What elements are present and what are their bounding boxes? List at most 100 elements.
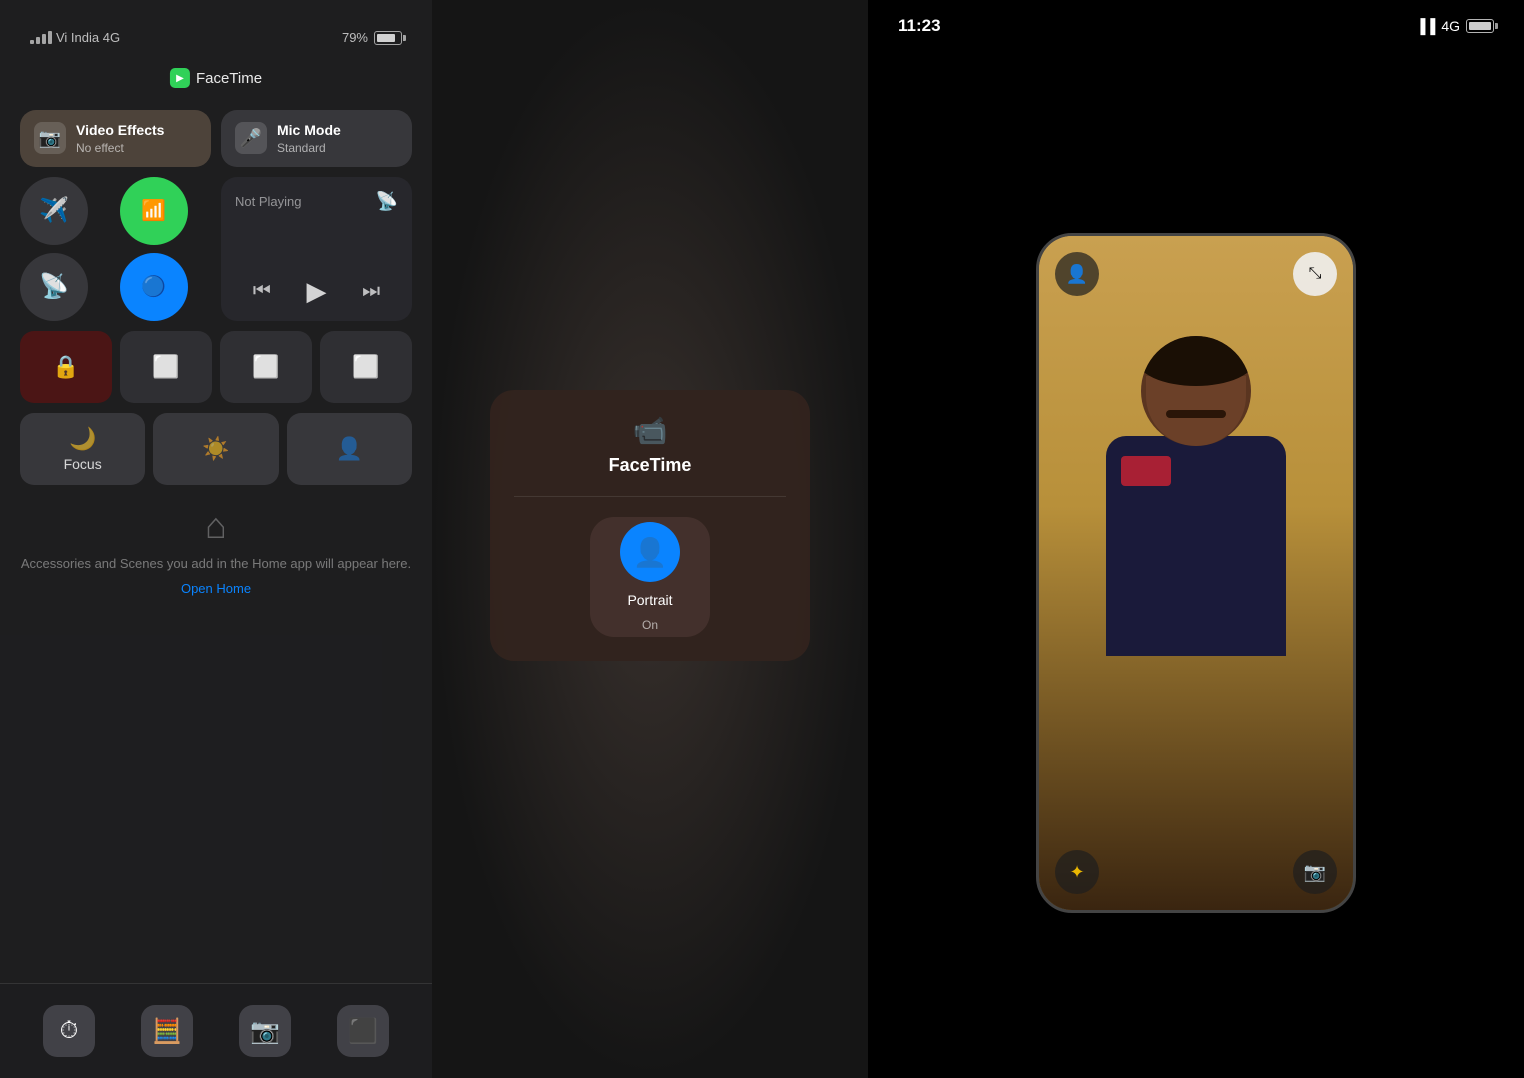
camera-flip-btn[interactable]: 📷 — [1293, 850, 1337, 894]
qr-dock-btn[interactable]: ⬛ — [337, 1005, 389, 1057]
timer-dock-btn[interactable]: ⏱ — [43, 1005, 95, 1057]
network-type: 4G — [1441, 18, 1460, 34]
effects-btn[interactable]: ✦ — [1055, 850, 1099, 894]
cc-content: 📷 Video Effects No effect 🎤 Mic Mode Sta… — [20, 110, 412, 596]
carrier-label: Vi India 4G — [56, 30, 120, 45]
mirror-icon: ⬜ — [152, 354, 179, 380]
mirror-btn[interactable]: ⬜ — [120, 331, 212, 403]
hair — [1141, 336, 1251, 386]
ft-popup-title: FaceTime — [609, 455, 692, 476]
video-effects-text: Video Effects No effect — [76, 122, 164, 155]
focus-label: Focus — [64, 456, 102, 472]
video-call-bg: 👤 ⤡ ✦ 📷 — [1039, 236, 1353, 910]
facetime-call-panel: 11:23 ▐▐ 4G — [868, 0, 1524, 1078]
bluetooth-btn[interactable]: 🔵 — [120, 253, 188, 321]
camera-flip-icon: 📷 — [1304, 862, 1326, 883]
cc-top-row: 📷 Video Effects No effect 🎤 Mic Mode Sta… — [20, 110, 412, 167]
focus-btn[interactable]: 🌙 Focus — [20, 413, 145, 485]
signal-bar-1 — [30, 40, 34, 44]
video-effects-icon: 📷 — [34, 122, 66, 154]
person-body — [1106, 436, 1286, 656]
portrait-circle: 👤 — [620, 522, 680, 582]
time-display: 11:23 — [898, 16, 941, 36]
signal-bar-3 — [42, 34, 46, 44]
cellular-btn[interactable]: 📶 — [120, 177, 188, 245]
network-controls: ✈️ 📶 📡 🔵 — [20, 177, 211, 321]
airplane-mode-btn[interactable]: ✈️ — [20, 177, 88, 245]
ft-popup-header: 📹 FaceTime — [514, 414, 786, 476]
moon-icon: 🌙 — [69, 426, 96, 452]
battery-percent: 79% — [342, 30, 368, 45]
phone-frame: 👤 ⤡ ✦ 📷 — [1036, 233, 1356, 913]
calculator-dock-btn[interactable]: 🧮 — [141, 1005, 193, 1057]
mic-mode-text: Mic Mode Standard — [277, 122, 341, 155]
status-bar-left: Vi India 4G 79% — [30, 30, 402, 45]
cc-third-row: 🌙 Focus ☀️ 👤 — [20, 413, 412, 485]
control-center-panel: Vi India 4G 79% ▶ FaceTime 📷 Video Effec… — [0, 0, 432, 1078]
play-btn[interactable]: ▶ — [306, 276, 326, 307]
mustache — [1166, 410, 1226, 418]
timer-icon: ⏱ — [60, 1017, 79, 1045]
placeholder-icon-2: ⬜ — [352, 354, 379, 380]
wifi-btn[interactable]: 📡 — [20, 253, 88, 321]
home-icon: ⌂ — [205, 505, 227, 547]
cc-bottom-dock: ⏱ 🧮 📷 ⬛ — [0, 983, 432, 1078]
accessibility-icon: 👤 — [336, 436, 363, 462]
signal-bar-2 — [36, 37, 40, 44]
battery-fill-right — [1469, 22, 1491, 30]
expand-btn[interactable]: ⤡ — [1293, 252, 1337, 296]
battery-status: 79% — [342, 30, 402, 45]
person-head — [1141, 336, 1251, 446]
facetime-popup-panel: 📹 FaceTime 👤 Portrait On — [432, 0, 868, 1078]
qr-icon: ⬛ — [348, 1017, 378, 1046]
facetime-app-icon: ▶ — [170, 68, 190, 88]
mic-mode-subtitle: Standard — [277, 141, 341, 155]
np-header: Not Playing 📡 — [235, 191, 398, 212]
battery-icon — [374, 31, 402, 45]
portrait-label: Portrait — [627, 592, 672, 608]
contact-icon-btn[interactable]: 👤 — [1055, 252, 1099, 296]
lock-icon: 🔒 — [52, 354, 79, 380]
signal-bars-icon — [30, 31, 52, 44]
next-track-btn[interactable]: ⏭ — [362, 280, 380, 303]
facetime-label-text: FaceTime — [196, 70, 262, 87]
screen-lock-btn[interactable]: 🔒 — [20, 331, 112, 403]
prev-track-btn[interactable]: ⏮ — [253, 280, 271, 303]
camera-icon: 📷 — [250, 1017, 280, 1046]
right-status-icons: ▐▐ 4G — [1415, 18, 1494, 34]
home-accessories-text: Accessories and Scenes you add in the Ho… — [21, 555, 411, 573]
shirt-design — [1121, 456, 1171, 486]
empty-btn-1[interactable]: ⬜ — [220, 331, 312, 403]
placeholder-icon: ⬜ — [252, 354, 279, 380]
camera-dock-btn[interactable]: 📷 — [239, 1005, 291, 1057]
portrait-person-icon: 👤 — [633, 535, 668, 568]
facetime-top-label: ▶ FaceTime — [170, 68, 262, 88]
now-playing-widget: Not Playing 📡 ⏮ ▶ ⏭ — [221, 177, 412, 321]
signal-status: Vi India 4G — [30, 30, 120, 45]
battery-fill — [377, 34, 395, 42]
battery-icon-right — [1466, 19, 1494, 33]
portrait-mode-btn[interactable]: 👤 Portrait On — [590, 517, 710, 637]
video-effects-title: Video Effects — [76, 122, 164, 139]
mic-mode-title: Mic Mode — [277, 122, 341, 139]
video-effects-card[interactable]: 📷 Video Effects No effect — [20, 110, 211, 167]
shrink-icon: ⤡ — [1309, 265, 1322, 283]
np-controls: ⏮ ▶ ⏭ — [235, 276, 398, 307]
mic-mode-card[interactable]: 🎤 Mic Mode Standard — [221, 110, 412, 167]
mic-icon: 🎤 — [235, 122, 267, 154]
empty-btn-2[interactable]: ⬜ — [320, 331, 412, 403]
brightness-btn[interactable]: ☀️ — [153, 413, 278, 485]
ft-divider — [514, 496, 786, 497]
signal-bar-4 — [48, 31, 52, 44]
ft-cam-icon: 📹 — [633, 414, 668, 447]
facetime-popup-card[interactable]: 📹 FaceTime 👤 Portrait On — [490, 390, 810, 661]
contact-icon: 👤 — [1066, 264, 1088, 285]
status-bar-right: 11:23 ▐▐ 4G — [898, 16, 1494, 36]
airplay-icon[interactable]: 📡 — [376, 191, 398, 212]
extra-btn[interactable]: 👤 — [287, 413, 412, 485]
portrait-status: On — [642, 618, 658, 632]
calculator-icon: 🧮 — [152, 1017, 182, 1046]
home-accessories: ⌂ Accessories and Scenes you add in the … — [20, 505, 412, 596]
open-home-link[interactable]: Open Home — [181, 581, 251, 596]
brightness-icon: ☀️ — [202, 436, 229, 462]
